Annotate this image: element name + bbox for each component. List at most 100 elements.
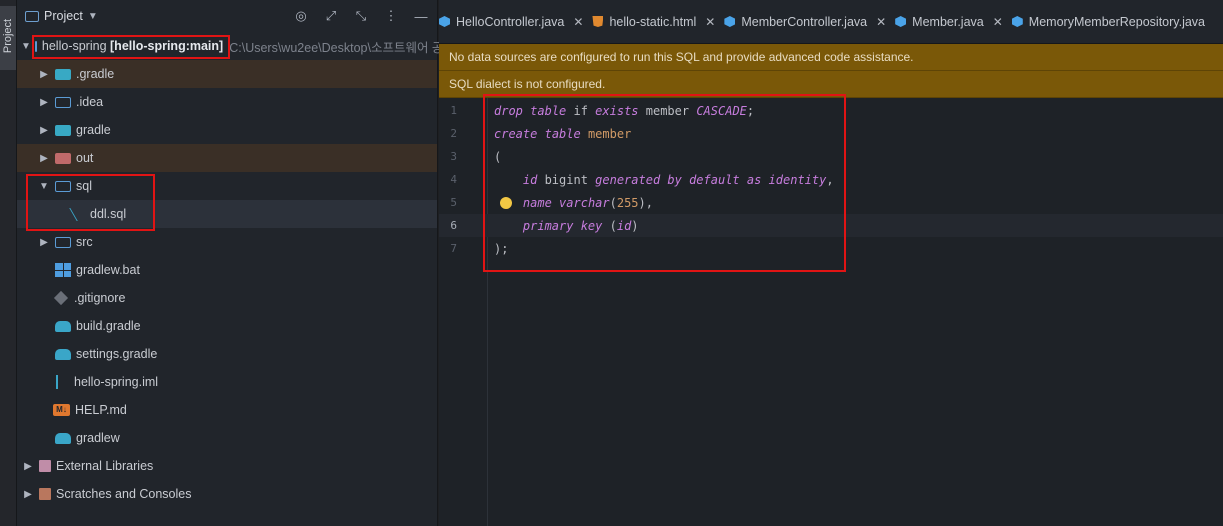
tree-item-ddl-sql[interactable]: ddl.sql <box>17 200 437 228</box>
tree-item-label: sql <box>76 179 92 193</box>
tab-member[interactable]: Member.java ✕ <box>895 0 1012 43</box>
tree-item-external-libraries[interactable]: ▶ External Libraries <box>17 452 437 480</box>
java-class-icon <box>439 16 450 27</box>
code-token: 255 <box>616 195 639 210</box>
html-file-icon <box>592 16 604 27</box>
tool-window-strip: Project <box>0 0 17 526</box>
chevron-right-icon[interactable]: ▶ <box>37 69 51 80</box>
line-number: 6 <box>450 219 457 232</box>
code-line[interactable]: 5 name varchar(255), <box>439 191 1223 214</box>
source-folder-icon <box>55 236 71 248</box>
code-line[interactable]: 4 id bigint generated by default as iden… <box>439 168 1223 191</box>
tree-item-label: .gradle <box>76 67 115 81</box>
code-token: table <box>530 103 567 118</box>
tab-hello-controller[interactable]: HelloController.java ✕ <box>439 0 592 43</box>
code-token: generated by default as identity <box>595 172 827 187</box>
project-panel-header: Project ▼ ◎ ⤢ ⤡ ⋮ — <box>17 0 437 32</box>
tab-member-controller[interactable]: MemberController.java ✕ <box>724 0 895 43</box>
chevron-right-icon[interactable]: ▶ <box>37 153 51 164</box>
hide-icon[interactable]: — <box>413 9 429 24</box>
banner-text: No data sources are configured to run th… <box>449 50 914 64</box>
code-editor[interactable]: 1 drop table if exists member CASCADE; 2 cr… <box>439 98 1223 526</box>
tree-item-gradlew[interactable]: gradlew <box>17 424 437 452</box>
code-token: varchar <box>559 195 610 210</box>
project-tool-tab[interactable]: Project <box>0 6 16 70</box>
chevron-down-icon[interactable]: ▼ <box>21 41 31 52</box>
chevron-right-icon[interactable]: ▶ <box>21 461 35 472</box>
tree-item-sql[interactable]: ▼ sql <box>17 172 437 200</box>
close-icon[interactable]: ✕ <box>573 15 583 29</box>
close-icon[interactable]: ✕ <box>705 15 715 29</box>
close-icon[interactable]: ✕ <box>993 15 1003 29</box>
code-token: ( <box>602 218 617 233</box>
banner-text: SQL dialect is not configured. <box>449 77 606 91</box>
tree-item-label: ddl.sql <box>90 207 127 221</box>
project-folder-icon <box>25 10 39 22</box>
code-line[interactable]: 3( <box>439 145 1223 168</box>
tree-item-label: hello-spring.iml <box>74 375 159 389</box>
tab-label: HelloController.java <box>456 14 565 29</box>
code-token: CASCADE <box>696 103 747 118</box>
tree-item-out[interactable]: ▶ out <box>17 144 437 172</box>
tree-item-label: .gitignore <box>74 291 126 305</box>
sql-dialect-banner: SQL dialect is not configured. <box>439 71 1223 98</box>
java-class-icon <box>895 16 907 27</box>
line-number: 1 <box>450 104 457 117</box>
code-line[interactable]: 6 primary key (id) <box>439 214 1223 237</box>
tab-hello-static[interactable]: hello-static.html ✕ <box>592 0 724 43</box>
expand-icon[interactable]: ⤢ <box>323 8 339 24</box>
tab-label: MemberController.java <box>741 14 868 29</box>
gradle-icon <box>55 432 71 444</box>
chevron-right-icon[interactable]: ▶ <box>37 237 51 248</box>
module-folder-icon <box>34 40 37 52</box>
more-icon[interactable]: ⋮ <box>383 8 399 24</box>
windows-icon <box>55 263 71 277</box>
code-text: create table member <box>494 127 631 141</box>
tree-item-settings-gradle[interactable]: settings.gradle <box>17 340 437 368</box>
tree-item-help-md[interactable]: M↓ HELP.md <box>17 396 437 424</box>
code-token: name <box>522 195 552 210</box>
code-token: ) <box>631 218 639 233</box>
lightbulb-icon[interactable] <box>500 196 512 209</box>
tree-item-idea[interactable]: ▶ .idea <box>17 88 437 116</box>
code-token: , <box>826 172 834 187</box>
code-line[interactable]: 1 drop table if exists member CASCADE; <box>439 99 1223 122</box>
project-panel: Project ▼ ◎ ⤢ ⤡ ⋮ — ▼ hello-spring [hell… <box>17 0 443 526</box>
tree-item-gradlew-bat[interactable]: gradlew.bat <box>17 256 437 284</box>
tree-item-build-gradle[interactable]: build.gradle <box>17 312 437 340</box>
code-token: bigint <box>537 172 596 187</box>
chevron-right-icon[interactable]: ▶ <box>21 489 35 500</box>
tree-item-gitignore[interactable]: .gitignore <box>17 284 437 312</box>
code-token: ; <box>746 103 755 118</box>
chevron-right-icon[interactable]: ▶ <box>37 97 51 108</box>
idea-folder-icon <box>55 96 71 108</box>
tree-item-iml[interactable]: hello-spring.iml <box>17 368 437 396</box>
iml-icon <box>56 375 66 389</box>
tree-item-label: build.gradle <box>76 319 141 333</box>
code-text: drop table if exists member CASCADE; <box>494 104 754 118</box>
tree-item-label: src <box>76 235 93 249</box>
tree-item-scratches[interactable]: ▶ Scratches and Consoles <box>17 480 437 508</box>
tree-item-label: Scratches and Consoles <box>56 487 192 501</box>
collapse-icon[interactable]: ⤡ <box>353 8 369 24</box>
target-icon[interactable]: ◎ <box>293 8 309 24</box>
tab-label: MemoryMemberRepository.java <box>1028 14 1206 29</box>
tree-item-gradle[interactable]: ▶ gradle <box>17 116 437 144</box>
project-panel-title: Project <box>44 9 83 23</box>
tree-item-src[interactable]: ▶ src <box>17 228 437 256</box>
code-token: exists <box>595 103 639 118</box>
tree-item-gradle-dir[interactable]: ▶ .gradle <box>17 60 437 88</box>
code-token: if <box>566 103 596 118</box>
code-line[interactable]: 2 create table member <box>439 122 1223 145</box>
code-line[interactable]: 7); <box>439 237 1223 260</box>
chevron-right-icon[interactable]: ▶ <box>37 125 51 136</box>
tree-item-label: HELP.md <box>75 403 127 417</box>
tab-memory-member-repository[interactable]: MemoryMemberRepository.java <box>1011 0 1214 43</box>
project-view-selector[interactable]: Project ▼ <box>25 9 98 23</box>
tree-item-hello-spring[interactable]: ▼ hello-spring [hello-spring:main] C:\Us… <box>17 32 443 60</box>
close-icon[interactable]: ✕ <box>876 15 886 29</box>
tree-item-path: C:\Users\wu2ee\Desktop\소프트웨어 공 <box>229 40 444 55</box>
chevron-down-icon[interactable]: ▼ <box>37 181 51 192</box>
